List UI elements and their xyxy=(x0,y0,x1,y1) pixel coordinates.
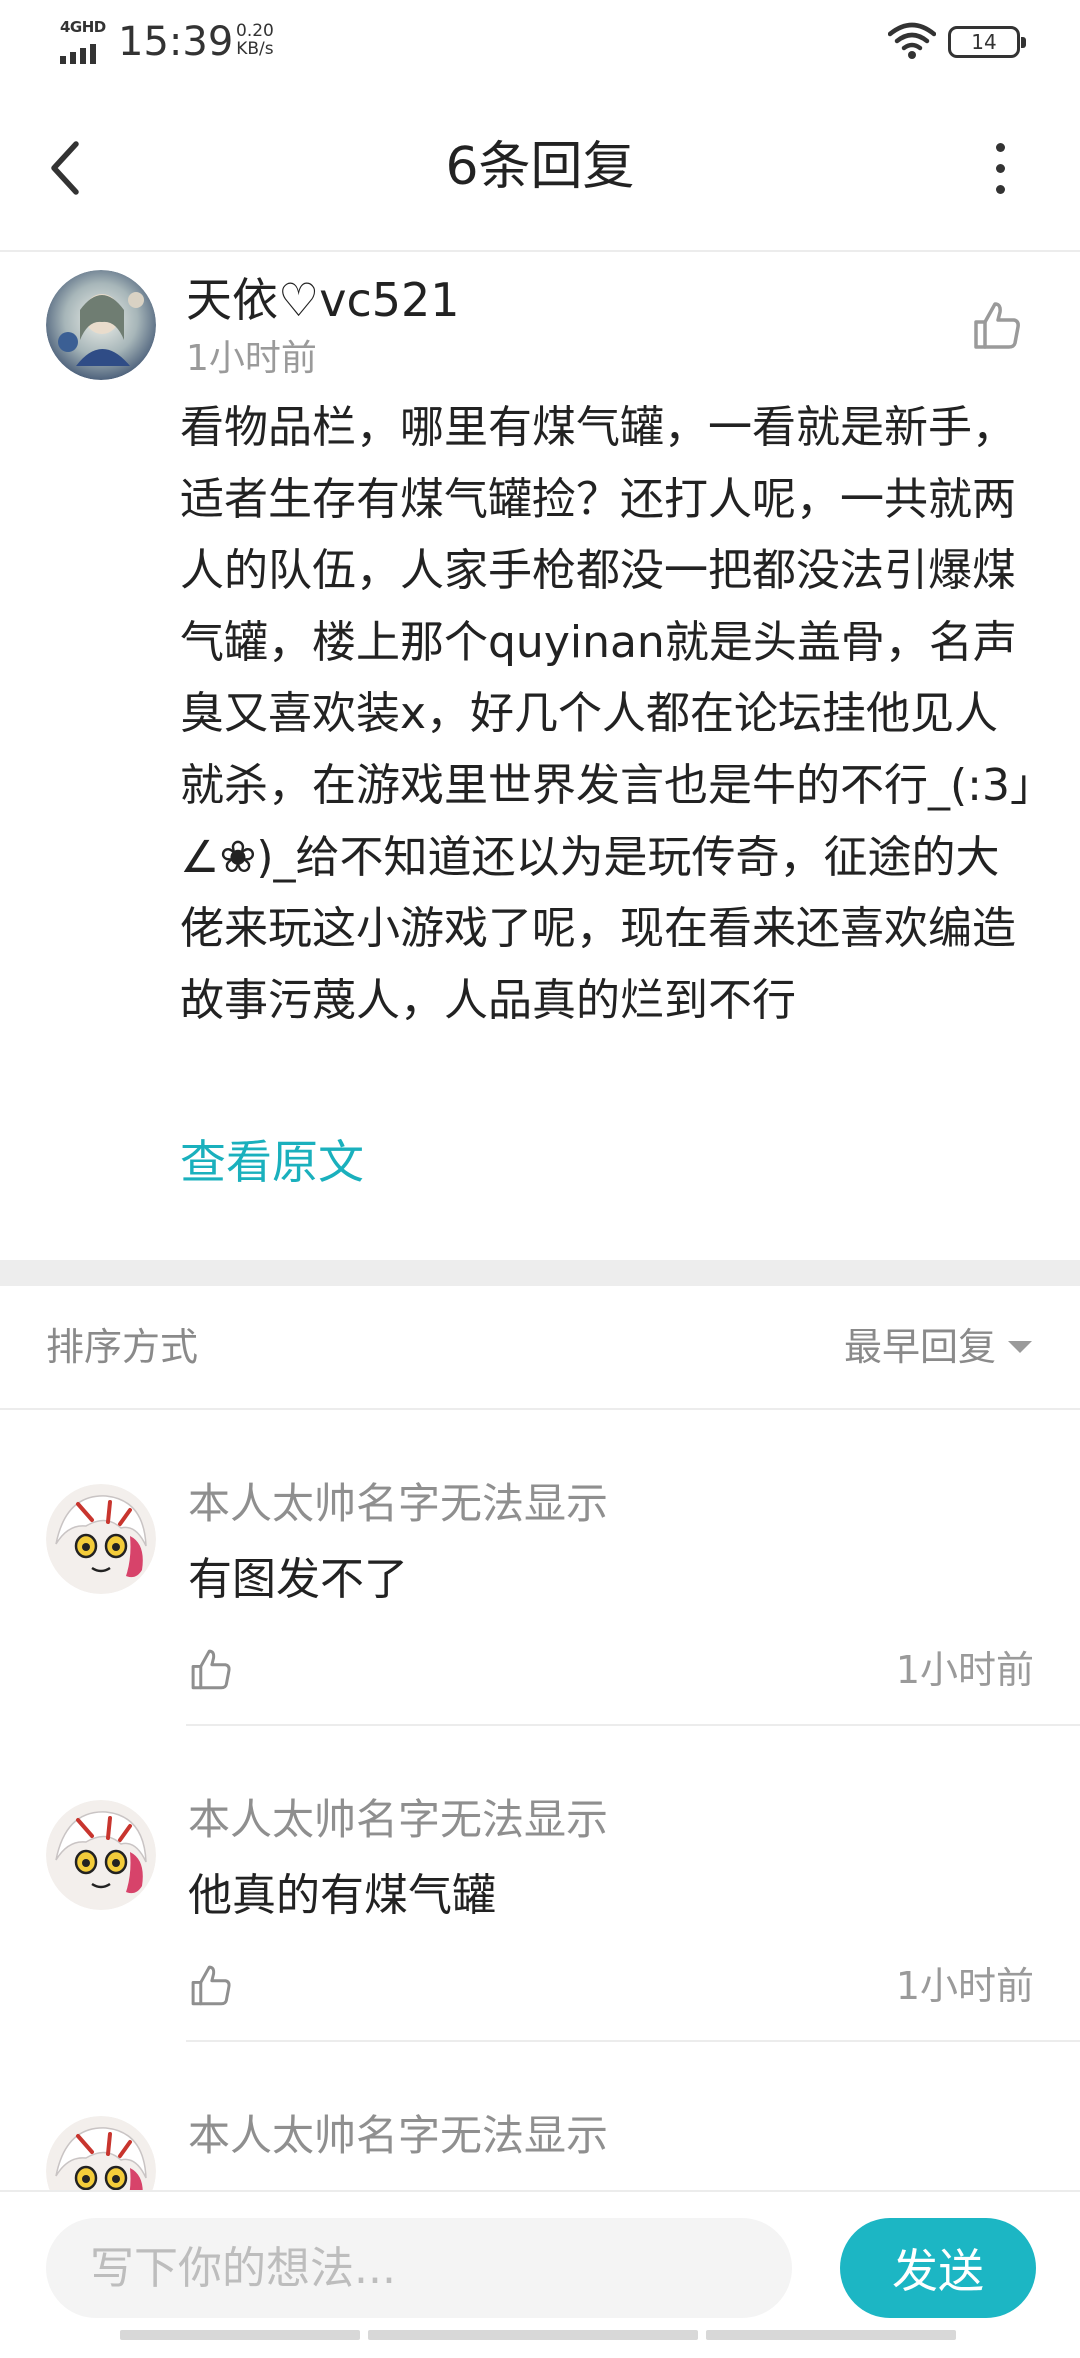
reply-author-name[interactable]: 本人太帅名字无法显示 xyxy=(188,1792,608,1848)
network-speed: 0.20 KB/s xyxy=(236,22,274,58)
network-speed-unit: KB/s xyxy=(236,39,274,59)
reply-author-avatar[interactable] xyxy=(46,1800,156,1910)
comment-input[interactable] xyxy=(46,2218,792,2318)
thumbs-up-icon[interactable] xyxy=(970,298,1024,352)
status-bar: 4GHD 15:39 0.20 KB/s 14 xyxy=(0,0,1080,84)
reply-item: 本人太帅名字无法显示 他真的有煤气罐 1小时前 xyxy=(0,1726,1080,2042)
reply-item: 本人太帅名字无法显示 有图发不了 1小时前 xyxy=(0,1410,1080,1726)
sort-label: 排序方式 xyxy=(46,1325,199,1369)
thumbs-up-icon[interactable] xyxy=(188,1962,234,2008)
comment-composer: 发送 xyxy=(0,2190,1080,2340)
view-original-link[interactable]: 查看原文 xyxy=(180,1132,364,1192)
more-options-button[interactable] xyxy=(976,132,1024,204)
reply-author-avatar[interactable] xyxy=(46,1484,156,1594)
network-speed-value: 0.20 xyxy=(236,21,274,41)
thumbs-up-icon[interactable] xyxy=(188,1646,234,1692)
post-content: 看物品栏，哪里有煤气罐，一看就是新手，适者生存有煤气罐捡？还打人呢，一共就两人的… xyxy=(180,402,1032,1026)
reply-timestamp: 1小时前 xyxy=(895,1648,1034,1692)
reply-timestamp: 1小时前 xyxy=(895,1964,1034,2008)
post-timestamp: 1小时前 xyxy=(186,338,317,379)
battery-level: 14 xyxy=(971,30,997,54)
reply-content: 有图发不了 xyxy=(188,1554,408,1605)
network-type: 4GHD xyxy=(60,18,106,36)
reply-author-name[interactable]: 本人太帅名字无法显示 xyxy=(188,1476,608,1532)
wifi-icon xyxy=(888,22,936,59)
section-divider xyxy=(0,1260,1080,1286)
gesture-nav-bar xyxy=(120,2330,960,2340)
post-author-name[interactable]: 天依♡vc521 xyxy=(186,270,460,330)
top-header: 6条回复 xyxy=(0,84,1080,252)
caret-down-icon xyxy=(1008,1341,1032,1353)
sort-selected-value: 最早回复 xyxy=(843,1325,996,1369)
more-vertical-icon xyxy=(995,142,1005,152)
send-button[interactable]: 发送 xyxy=(840,2218,1036,2318)
page-title: 6条回复 xyxy=(445,137,635,197)
signal-icon: 4GHD xyxy=(60,18,108,64)
original-post: 天依♡vc521 1小时前 看物品栏，哪里有煤气罐，一看就是新手，适者生存有煤气… xyxy=(0,252,1080,1260)
battery-icon: 14 xyxy=(948,26,1026,58)
sort-bar: 排序方式 最早回复 xyxy=(0,1286,1080,1410)
reply-content: 他真的有煤气罐 xyxy=(188,1870,496,1921)
status-time: 15:39 xyxy=(118,19,234,65)
post-author-avatar[interactable] xyxy=(46,270,156,380)
sort-dropdown[interactable]: 最早回复 xyxy=(844,1322,1032,1372)
reply-author-name[interactable]: 本人太帅名字无法显示 xyxy=(188,2108,608,2164)
